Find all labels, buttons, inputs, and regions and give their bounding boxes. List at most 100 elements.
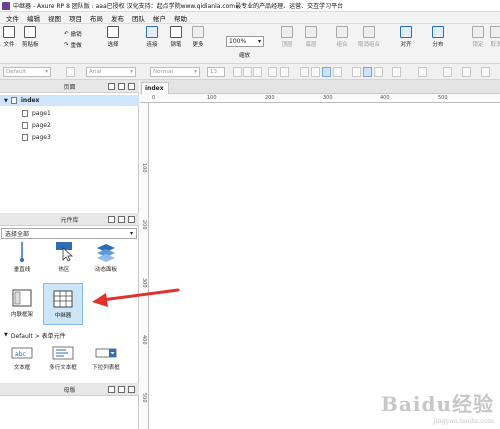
select-button[interactable]: 选择 bbox=[107, 26, 119, 48]
menu-help[interactable]: 帮助 bbox=[174, 13, 187, 23]
menu-project[interactable]: 项目 bbox=[69, 13, 82, 23]
design-canvas[interactable] bbox=[150, 103, 500, 429]
redo-button[interactable]: ↷ 重做 bbox=[64, 41, 82, 49]
unlock-icon bbox=[490, 26, 500, 38]
widget-label: 中继器 bbox=[54, 312, 72, 319]
ruler-vertical: 100 200 300 400 500 bbox=[140, 103, 149, 429]
tab-label: index bbox=[145, 85, 164, 92]
distribute-button[interactable]: 分布 bbox=[432, 26, 444, 48]
ruler-horizontal: 0 100 200 300 400 500 bbox=[140, 94, 500, 103]
font-size-select[interactable]: 13 bbox=[207, 67, 225, 77]
widget-hotspot[interactable]: 热区 bbox=[44, 242, 84, 273]
page-icon bbox=[22, 122, 28, 129]
layers-icon bbox=[97, 244, 115, 262]
zoom-select[interactable]: 100% ▾ bbox=[226, 36, 264, 47]
search-icon[interactable] bbox=[128, 216, 135, 223]
align-button[interactable]: 对齐 bbox=[400, 26, 412, 48]
connect-icon bbox=[146, 26, 158, 38]
menu-publish[interactable]: 发布 bbox=[111, 13, 124, 23]
clipboard-button[interactable]: 剪贴板 bbox=[22, 26, 39, 48]
menu-file[interactable]: 文件 bbox=[6, 13, 19, 23]
file-icon bbox=[3, 26, 15, 38]
pen-button[interactable]: 钢笔 bbox=[170, 26, 182, 48]
select-icon bbox=[107, 26, 119, 38]
ungroup-button[interactable]: 取消组合 bbox=[358, 26, 380, 48]
page-item-page2[interactable]: page2 bbox=[0, 120, 139, 131]
page-item-index[interactable]: ▼ index bbox=[0, 95, 139, 106]
clipboard-icon bbox=[24, 26, 37, 38]
bottom-layer-button[interactable]: 底层 bbox=[305, 26, 317, 48]
connect-label: 连接 bbox=[146, 42, 158, 48]
widget-text-area[interactable]: 多行文本框 bbox=[43, 346, 83, 371]
menu-layout[interactable]: 布局 bbox=[90, 13, 103, 23]
unlock-button[interactable]: 取消 bbox=[490, 26, 500, 48]
fill-color-button[interactable] bbox=[392, 67, 401, 77]
search-icon[interactable] bbox=[128, 83, 135, 90]
add-master-icon[interactable] bbox=[108, 386, 115, 393]
annotation-arrow bbox=[92, 288, 180, 307]
valign-middle-button[interactable] bbox=[363, 67, 372, 77]
undo-button[interactable]: ↶ 撤销 bbox=[64, 30, 82, 38]
italic-button[interactable] bbox=[243, 67, 252, 77]
page-label: index bbox=[20, 97, 40, 104]
chevron-down-icon: ▾ bbox=[45, 69, 48, 75]
connect-button[interactable]: 连接 bbox=[146, 26, 158, 48]
vertical-line-icon bbox=[20, 242, 24, 262]
group-button[interactable]: 组合 bbox=[336, 26, 348, 48]
ruler-tick-label: 100 bbox=[141, 163, 147, 173]
font-color-button[interactable] bbox=[268, 67, 277, 77]
font-value: Arial bbox=[89, 69, 102, 75]
search-icon[interactable] bbox=[128, 386, 135, 393]
widget-inline-frame[interactable]: 内联框架 bbox=[2, 283, 42, 323]
more-button[interactable]: 更多 bbox=[192, 26, 204, 48]
select-label: 选择 bbox=[107, 42, 119, 48]
align-center-button[interactable] bbox=[311, 67, 320, 77]
tab-index[interactable]: index bbox=[141, 82, 169, 94]
title-bar: 中继器 - Axure RP 8 团队版 : aaa已授权 汉化支持：起点学院w… bbox=[0, 0, 500, 12]
menu-team[interactable]: 团队 bbox=[132, 13, 145, 23]
list-button[interactable] bbox=[280, 67, 289, 77]
library-menu-icon[interactable] bbox=[118, 216, 125, 223]
chevron-down-icon: ▾ bbox=[130, 69, 133, 75]
file-button[interactable]: 文件 bbox=[3, 26, 15, 48]
font-weight-select[interactable]: Normal ▾ bbox=[150, 67, 200, 77]
ruler-tick-label: 300 bbox=[323, 95, 333, 101]
style-select[interactable]: Default ▾ bbox=[3, 67, 51, 77]
arrow-style-button[interactable] bbox=[481, 67, 490, 77]
page-item-page3[interactable]: page3 bbox=[0, 132, 139, 143]
library-select[interactable]: 选择全部 ▾ bbox=[1, 228, 137, 239]
underline-button[interactable] bbox=[253, 67, 262, 77]
add-library-icon[interactable] bbox=[108, 216, 115, 223]
align-left-button[interactable] bbox=[300, 67, 309, 77]
caret-down-icon: ▼ bbox=[4, 97, 8, 104]
border-button[interactable] bbox=[418, 67, 427, 77]
top-layer-button[interactable]: 顶层 bbox=[281, 26, 293, 48]
lock-button[interactable]: 锁定 bbox=[472, 26, 484, 48]
border-style-button[interactable] bbox=[462, 67, 471, 77]
masters-panel-header: 母版 bbox=[0, 383, 139, 396]
add-folder-icon[interactable] bbox=[118, 386, 125, 393]
align-center-active-button[interactable] bbox=[322, 67, 331, 77]
page-icon bbox=[22, 134, 28, 141]
widget-dropdown[interactable]: 下拉列表框 bbox=[86, 346, 126, 371]
menu-edit[interactable]: 编辑 bbox=[27, 13, 40, 23]
library-section-header[interactable]: ▼ Default > 表单元件 bbox=[0, 330, 139, 340]
widget-text-field[interactable]: abc 文本框 bbox=[2, 346, 42, 371]
valign-bottom-button[interactable] bbox=[374, 67, 383, 77]
ruler-tick-label: 400 bbox=[141, 335, 147, 345]
caret-down-icon: ▼ bbox=[4, 332, 8, 338]
style-edit-button[interactable] bbox=[66, 67, 75, 77]
align-right-button[interactable] bbox=[333, 67, 342, 77]
add-folder-icon[interactable] bbox=[118, 83, 125, 90]
page-item-page1[interactable]: page1 bbox=[0, 108, 139, 119]
menu-view[interactable]: 视图 bbox=[48, 13, 61, 23]
menu-account[interactable]: 帐户 bbox=[153, 13, 166, 23]
widget-vertical-line[interactable]: 垂直线 bbox=[2, 242, 42, 273]
valign-top-button[interactable] bbox=[352, 67, 361, 77]
widget-repeater[interactable]: 中继器 bbox=[43, 283, 83, 325]
add-page-icon[interactable] bbox=[108, 83, 115, 90]
bold-button[interactable] bbox=[233, 67, 242, 77]
font-select[interactable]: Arial ▾ bbox=[86, 67, 136, 77]
widget-dynamic-panel[interactable]: 动态面板 bbox=[86, 242, 126, 273]
border-width-button[interactable] bbox=[443, 67, 452, 77]
